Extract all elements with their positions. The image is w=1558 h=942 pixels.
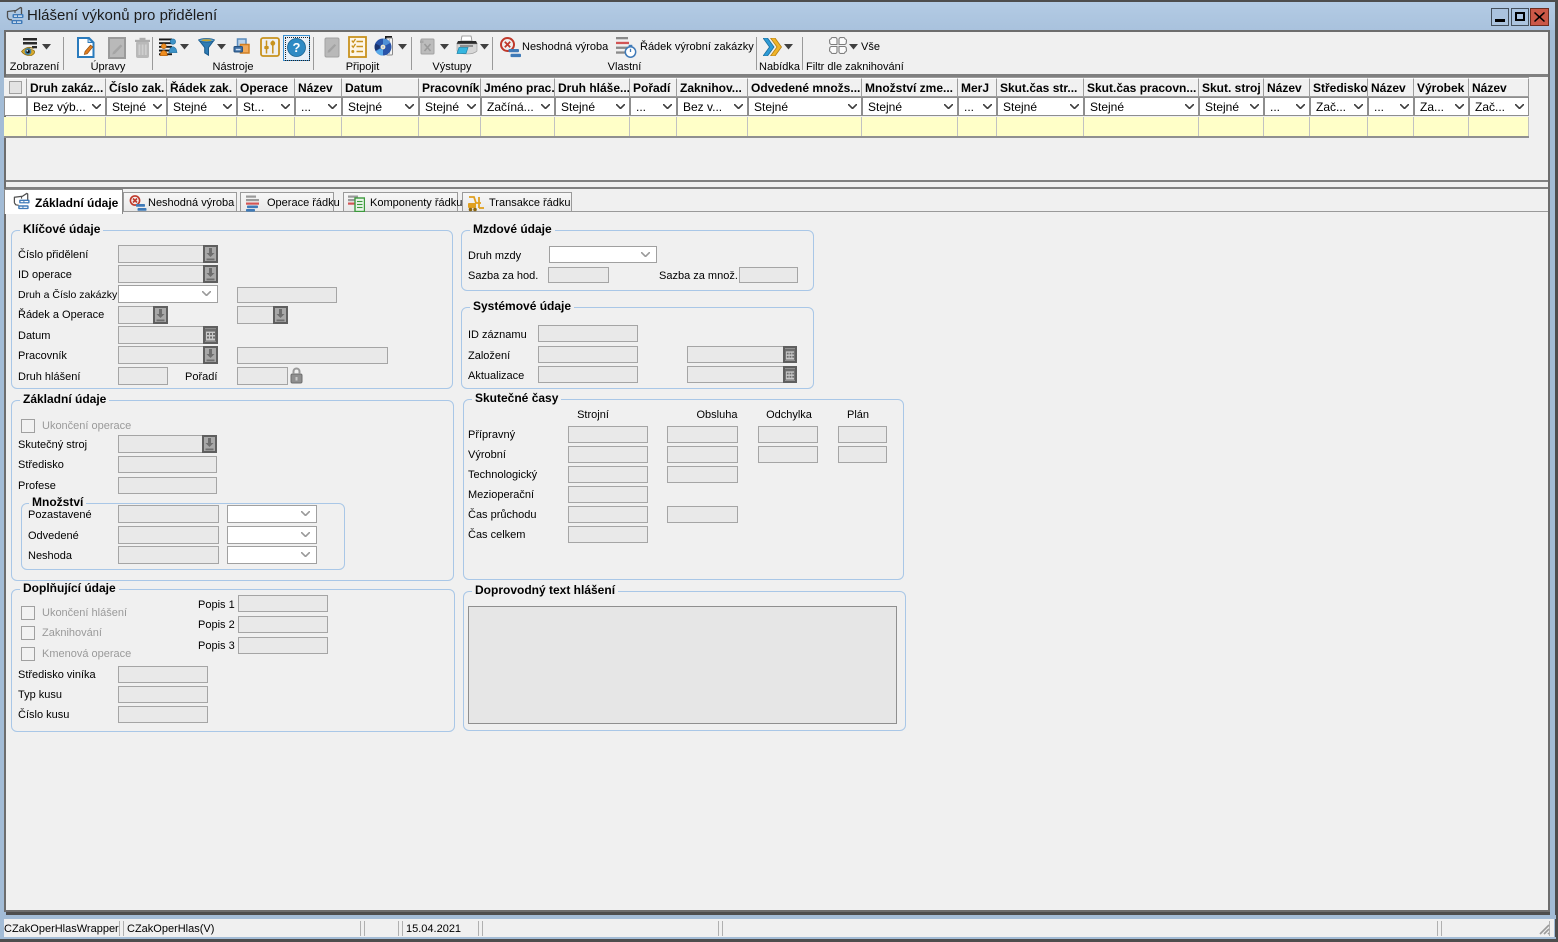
svg-text:?: ? [293, 40, 301, 55]
